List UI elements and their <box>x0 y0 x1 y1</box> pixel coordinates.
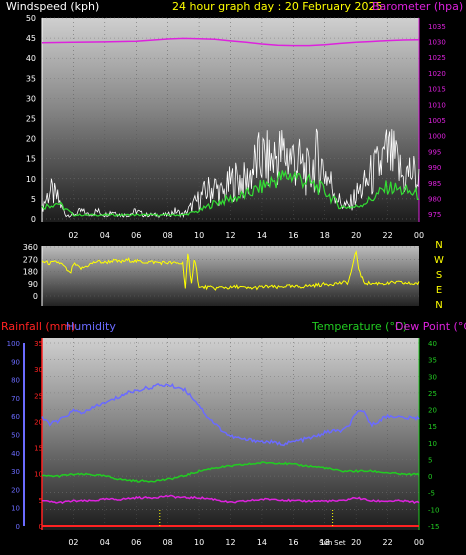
direction-panel-background <box>42 246 419 306</box>
compass-label: W <box>434 255 444 266</box>
wind-x-tick-label: 12 <box>225 231 235 240</box>
temperature-tick-label: 25 <box>428 390 437 398</box>
barometer-tick-label: 980 <box>428 195 441 203</box>
wind-x-tick-label: 18 <box>320 231 330 240</box>
temperature-tick-label: 30 <box>428 373 437 381</box>
barometer-tick-label: 1035 <box>428 23 446 31</box>
barometer-tick-label: 975 <box>428 211 441 219</box>
barometer-tick-label: 1025 <box>428 54 446 62</box>
humidity-tick-label: 70 <box>11 395 20 403</box>
compass-label: E <box>436 285 442 296</box>
temperature-tick-label: 15 <box>428 423 437 431</box>
barometer-tick-label: 990 <box>428 164 441 172</box>
temperature-tick-label: 10 <box>428 440 437 448</box>
barometer-tick-label: 1020 <box>428 70 446 78</box>
windspeed-tick-label: 40 <box>26 54 36 63</box>
temperature-tick-label: 5 <box>428 456 432 464</box>
direction-tick-label: 0 <box>33 292 38 301</box>
windspeed-tick-label: 35 <box>26 74 36 83</box>
windspeed-tick-label: 50 <box>26 14 36 23</box>
humidity-tick-label: 10 <box>11 505 20 513</box>
windspeed-tick-label: 45 <box>26 34 36 43</box>
direction-tick-label: 360 <box>23 243 38 252</box>
temp-x-tick-label: 20 <box>351 538 361 547</box>
temp-x-tick-label: 02 <box>68 538 78 547</box>
wind-x-tick-label: 16 <box>288 231 298 240</box>
direction-tick-label: 270 <box>23 255 38 264</box>
wind-x-tick-label: 22 <box>382 231 392 240</box>
sunset-tick-label: Sun <box>319 539 332 547</box>
temp-x-tick-label: 06 <box>131 538 141 547</box>
barometer-tick-label: 1030 <box>428 39 446 47</box>
humidity-tick-label: 90 <box>11 358 20 366</box>
humidity-tick-label: 80 <box>11 377 20 385</box>
wind-x-tick-label: 20 <box>351 231 361 240</box>
temp-x-tick-label: 04 <box>100 538 110 547</box>
compass-label: N <box>435 240 442 251</box>
temp-x-tick-label: 08 <box>163 538 173 547</box>
barometer-tick-label: 985 <box>428 180 441 188</box>
humidity-tick-label: 60 <box>11 413 20 421</box>
humidity-tick-label: 40 <box>11 450 20 458</box>
windspeed-tick-label: 5 <box>31 195 36 204</box>
temp-x-tick-label: 10 <box>194 538 204 547</box>
wind-x-tick-label: 14 <box>257 231 267 240</box>
temp-x-tick-label: 14 <box>257 538 267 547</box>
temperature-tick-label: 0 <box>428 473 432 481</box>
windspeed-tick-label: 30 <box>26 94 36 103</box>
barometer-tick-label: 1000 <box>428 133 446 141</box>
temperature-tick-label: 40 <box>428 340 437 348</box>
sunset-tick-label: Set <box>334 539 346 547</box>
temp-x-tick-label: 22 <box>382 538 392 547</box>
compass-label: S <box>436 270 442 281</box>
temperature-tick-label: 35 <box>428 357 437 365</box>
direction-tick-label: 90 <box>28 280 38 289</box>
temperature-tick-label: -10 <box>428 506 439 514</box>
windspeed-tick-label: 25 <box>26 115 36 124</box>
barometer-tick-label: 995 <box>428 148 441 156</box>
windspeed-tick-label: 20 <box>26 135 36 144</box>
humidity-tick-label: 100 <box>7 340 20 348</box>
wind-x-tick-label: 08 <box>163 231 173 240</box>
humidity-tick-label: 0 <box>16 523 20 531</box>
windspeed-tick-label: 0 <box>31 215 36 224</box>
humidity-tick-label: 50 <box>11 432 20 440</box>
compass-label: N <box>435 300 442 311</box>
weather-graphs: 02 04 06 08 10 12 14 16 18 20 22 000510152025303540… <box>7 14 446 547</box>
windspeed-tick-label: 15 <box>26 155 36 164</box>
humidity-tick-label: 20 <box>11 486 20 494</box>
wind-x-tick-label: 02 <box>68 231 78 240</box>
temp-x-tick-label: 12 <box>225 538 235 547</box>
temp-x-tick-label: 00 <box>414 538 424 547</box>
wind-x-tick-label: 06 <box>131 231 141 240</box>
humidity-tick-label: 30 <box>11 468 20 476</box>
barometer-tick-label: 1010 <box>428 101 446 109</box>
temperature-tick-label: 20 <box>428 407 437 415</box>
temp-x-tick-label: 16 <box>288 538 298 547</box>
temperature-tick-label: -5 <box>428 490 435 498</box>
barometer-tick-label: 1015 <box>428 86 446 94</box>
wind-x-tick-label: 10 <box>194 231 204 240</box>
temperature-tick-label: -15 <box>428 523 439 531</box>
windspeed-tick-label: 10 <box>26 175 36 184</box>
barometer-tick-label: 1005 <box>428 117 446 125</box>
wind-x-tick-label: 04 <box>100 231 110 240</box>
direction-tick-label: 180 <box>23 268 38 277</box>
wind-x-tick-label: 00 <box>414 231 424 240</box>
